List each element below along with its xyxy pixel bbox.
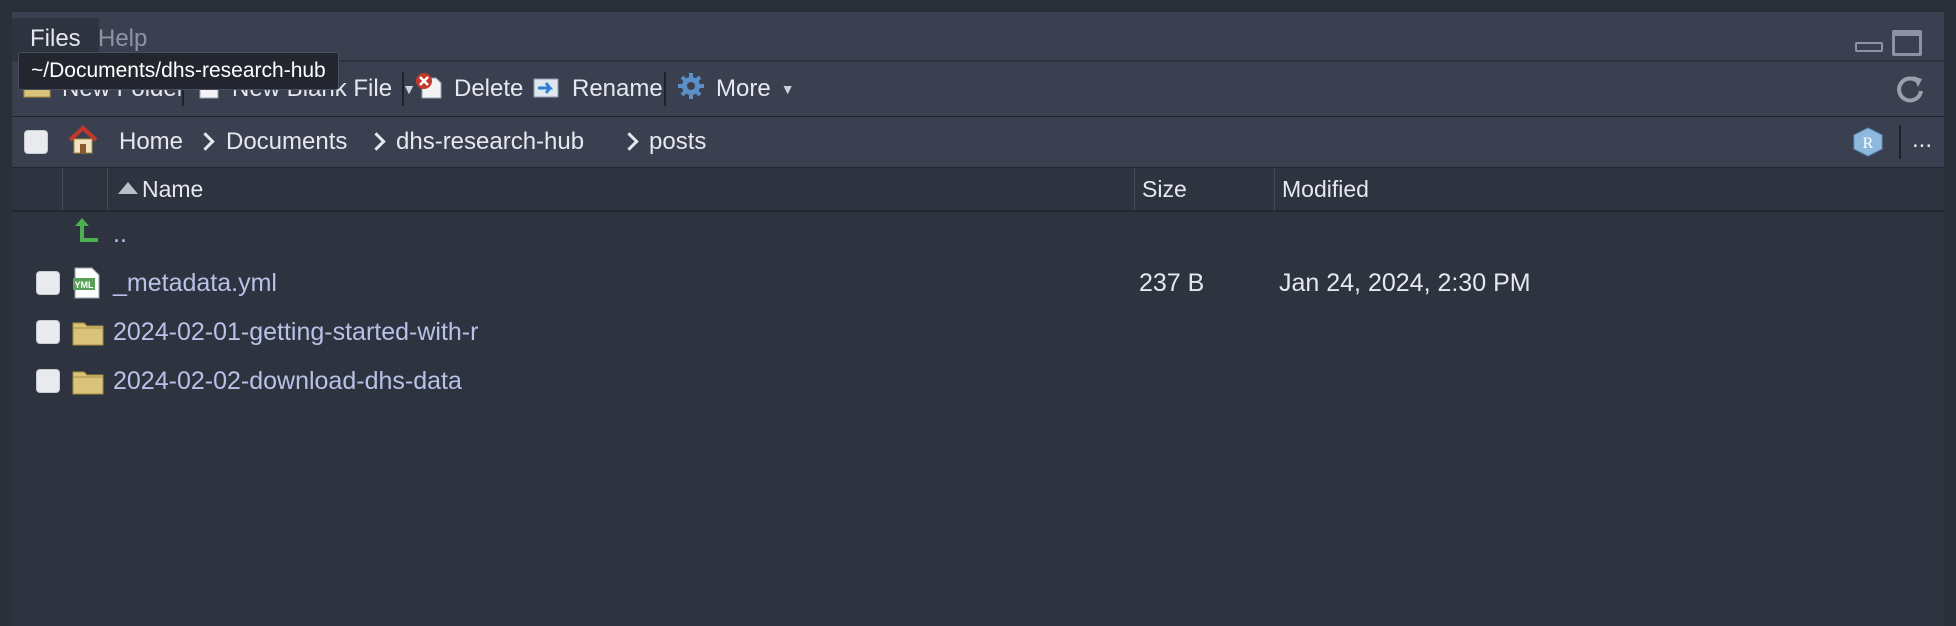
breadcrumb: Home Documents dhs-research-hub posts R … [12,117,1944,168]
files-pane: Files Help New Folder [12,12,1944,626]
file-name-link[interactable]: _metadata.yml [113,259,277,308]
rename-button[interactable]: Rename [532,62,663,116]
refresh-icon[interactable] [1895,74,1925,104]
row-checkbox[interactable] [36,271,60,295]
file-modified: Jan 24, 2024, 2:30 PM [1279,269,1531,297]
parent-directory-link[interactable]: .. [113,210,127,259]
sort-ascending-icon [118,182,138,194]
breadcrumb-posts: posts [649,128,707,155]
delete-icon [414,72,444,107]
folder-icon [72,367,104,400]
rename-icon [532,73,562,106]
svg-text:R: R [1863,135,1874,152]
column-header-name[interactable]: Name [142,168,203,210]
maximize-pane-button[interactable] [1892,30,1922,56]
breadcrumb-more-button[interactable]: ... [1912,117,1932,167]
table-row[interactable]: 2024-02-01-getting-started-with-r [12,308,1944,357]
toolbar-divider [664,72,666,106]
file-list-header: Name Size Modified [12,168,1944,212]
delete-label: Delete [454,75,524,102]
breadcrumb-documents[interactable]: Documents [226,117,347,167]
table-row[interactable]: YML _metadata.yml 237 B Jan 24, 2024, 2:… [12,259,1944,308]
folder-name-link[interactable]: 2024-02-01-getting-started-with-r [113,308,478,357]
chevron-down-icon: ▼ [780,81,795,97]
column-divider [62,168,63,210]
chevron-right-icon [367,132,386,151]
gear-icon [676,71,706,108]
breadcrumb-divider [1899,125,1901,159]
breadcrumb-home[interactable]: Home [119,117,183,167]
path-tooltip: ~/Documents/dhs-research-hub [18,52,339,90]
column-divider [1134,168,1135,210]
column-header-size[interactable]: Size [1142,168,1187,210]
row-checkbox[interactable] [36,369,60,393]
table-row[interactable]: 2024-02-02-download-dhs-data [12,357,1944,406]
up-arrow-icon [72,216,100,251]
more-label: More [716,75,771,102]
folder-icon [72,318,104,351]
select-all-checkbox[interactable] [24,130,48,154]
file-size: 237 B [1139,269,1205,297]
rename-label: Rename [572,75,663,102]
home-icon[interactable] [66,123,100,162]
column-divider [1274,168,1275,210]
delete-button[interactable]: Delete [414,62,523,116]
breadcrumb-dhs-research-hub[interactable]: dhs-research-hub [396,117,584,167]
column-divider [107,168,108,210]
table-row[interactable]: .. [12,210,1944,259]
yml-file-icon: YML [72,267,102,304]
column-header-modified[interactable]: Modified [1282,168,1369,210]
r-project-icon[interactable]: R [1852,127,1884,157]
toolbar-divider [402,72,404,106]
row-checkbox[interactable] [36,320,60,344]
folder-name-link[interactable]: 2024-02-02-download-dhs-data [113,357,462,406]
more-button[interactable]: More ▼ [676,62,795,116]
chevron-right-icon [620,132,639,151]
minimize-pane-button[interactable] [1855,42,1883,52]
svg-text:YML: YML [75,280,95,290]
chevron-right-icon [196,132,215,151]
